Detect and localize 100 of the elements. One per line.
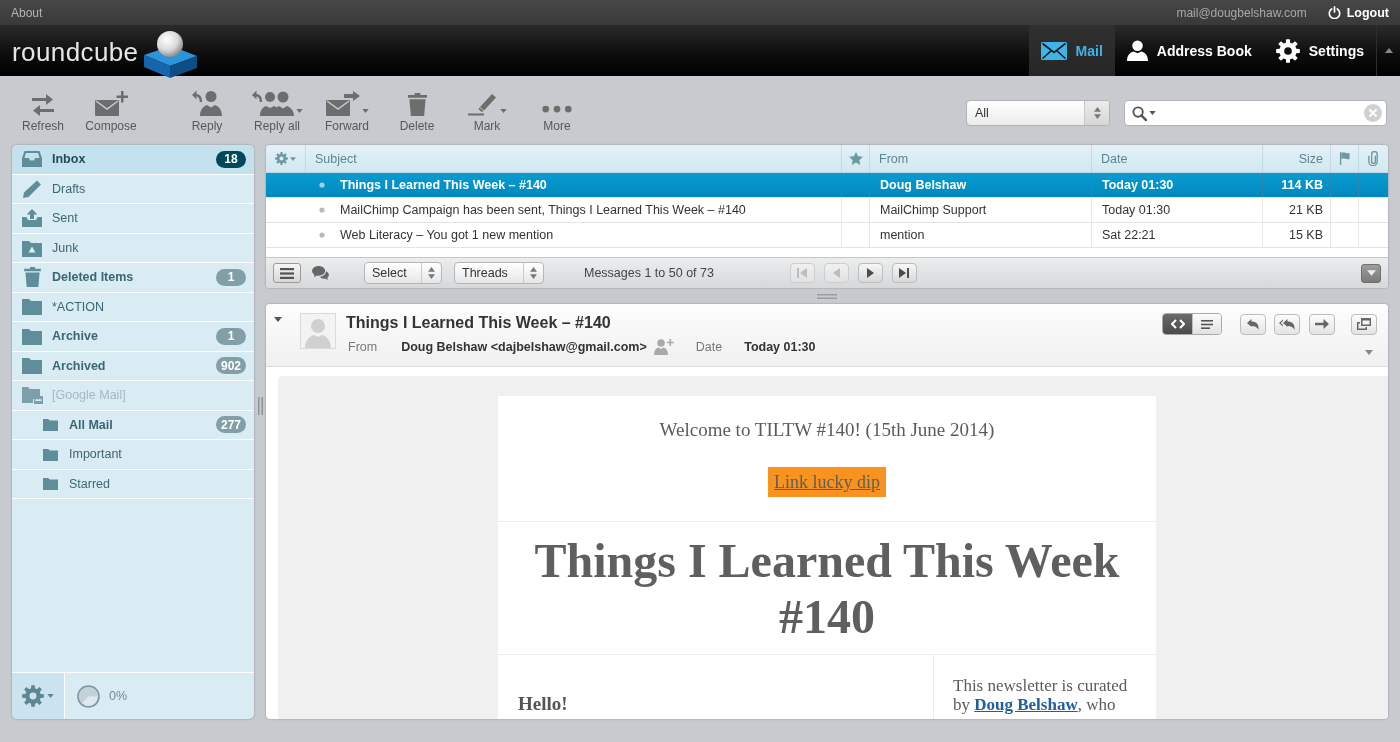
last-page-button[interactable] [891, 263, 917, 283]
reply-button[interactable] [1240, 313, 1266, 335]
select-dropdown[interactable]: Select [364, 262, 442, 284]
threads-dropdown[interactable]: Threads [454, 262, 544, 284]
message-size: 21 KB [1288, 203, 1323, 217]
folder-item[interactable]: Sent [12, 204, 254, 234]
date-value: Today 01:30 [744, 339, 816, 355]
message-date: Today 01:30 [1102, 203, 1171, 217]
folder-icon [42, 447, 58, 461]
avatar-icon [300, 313, 336, 349]
column-header[interactable]: Subject [305, 145, 841, 172]
reply-all-button[interactable] [1274, 313, 1300, 335]
lines-icon [280, 267, 294, 279]
newsletter-heading: Things I Learned This Week #140 [498, 522, 1156, 655]
message-sender: mention [880, 228, 925, 242]
sender-address: Doug Belshaw <dajbelshaw@gmail.com> [401, 339, 647, 355]
column-header[interactable]: Size [1262, 145, 1330, 172]
message-sender: MailChimp Support [880, 203, 987, 217]
logout-link[interactable]: Logout [1327, 5, 1389, 20]
trash-icon [407, 93, 427, 116]
paperclip-icon [1368, 151, 1379, 166]
pen-icon [467, 92, 498, 116]
code-icon [1170, 319, 1185, 329]
toolbar-button[interactable]: Reply all [242, 90, 312, 135]
column-header[interactable]: From [869, 145, 1091, 172]
folder-icon [42, 477, 58, 491]
author-link[interactable]: Doug Belshaw [974, 695, 1078, 714]
folder-icon [22, 357, 42, 375]
folder-item[interactable]: Inbox 18 [12, 145, 254, 175]
toolbar-button[interactable]: Forward [312, 90, 382, 135]
text-view-button[interactable] [1192, 314, 1221, 334]
triangle-down-icon[interactable] [274, 317, 282, 322]
toolbar-button[interactable]: Compose [77, 90, 145, 135]
folder-item[interactable]: Drafts [12, 174, 254, 204]
unread-badge: 18 [216, 150, 246, 168]
folder-icon [22, 327, 42, 345]
caret-icon[interactable] [1365, 350, 1373, 355]
logo-cube-icon [142, 28, 199, 79]
curved-arrow-icon [1247, 318, 1259, 330]
dots-icon [542, 105, 572, 113]
status-dot-icon [319, 182, 325, 188]
settings-menu-button[interactable] [12, 673, 65, 719]
next-page-button[interactable] [857, 263, 883, 283]
flag-icon [1338, 152, 1351, 165]
from-label: From [348, 339, 378, 355]
column-header[interactable]: Date [1091, 145, 1262, 172]
people-arrow-icon [251, 90, 294, 116]
message-count: Messages 1 to 50 of 73 [584, 266, 714, 280]
gear-icon [1275, 38, 1300, 63]
toolbar-button[interactable]: Mark [452, 90, 522, 135]
preview-toggle-button[interactable] [1361, 263, 1381, 283]
html-view-button[interactable] [1163, 314, 1192, 334]
caret-icon[interactable] [1149, 111, 1156, 115]
envelope-plus-icon [94, 91, 128, 116]
lucky-dip-link[interactable]: Link lucky dip [768, 467, 886, 497]
toolbar-button[interactable]: Delete [382, 90, 452, 135]
filter-dropdown[interactable]: All [966, 100, 1110, 126]
triangle-left-icon [832, 268, 840, 278]
pencil-icon [22, 179, 42, 198]
quota-pie-icon [77, 684, 100, 708]
trash-icon [23, 267, 41, 288]
folder-item[interactable]: Archived 902 [12, 351, 254, 381]
gear-icon [275, 152, 288, 165]
folder-item[interactable]: Junk [12, 233, 254, 263]
curator-note: This newsletter is curated by Doug Belshaw, who [953, 676, 1129, 714]
folder-item[interactable]: *ACTION [12, 292, 254, 322]
caret-icon[interactable] [1385, 48, 1393, 53]
list-options-button[interactable] [273, 263, 301, 283]
chat-bubbles-icon[interactable] [312, 266, 329, 280]
forward-button[interactable] [1309, 313, 1335, 335]
resize-handle-icon[interactable] [817, 293, 837, 299]
status-dot-icon [319, 232, 325, 238]
up-down-arrows-icon [530, 267, 537, 279]
nav-tab[interactable]: Address Book [1114, 25, 1264, 76]
message-sender: Doug Belshaw [880, 178, 967, 192]
windows-icon [1357, 318, 1371, 330]
resize-handle-icon[interactable] [257, 397, 263, 415]
about-link[interactable]: About [11, 5, 43, 20]
search-icon[interactable] [1132, 105, 1147, 121]
nav-tab[interactable]: Mail [1028, 25, 1115, 76]
right-arrow-icon [1315, 319, 1329, 329]
message-row[interactable]: MailChimp Campaign has been sent, Things I Learned This Week – #140 MailChimp Support Today 01:30 21 KB [266, 198, 1388, 223]
search-field[interactable] [1124, 100, 1387, 126]
folder-item[interactable]: Deleted Items 1 [12, 263, 254, 293]
inbox-tray-icon [22, 150, 42, 169]
new-window-button[interactable] [1351, 313, 1377, 335]
unread-badge: 902 [215, 357, 246, 375]
toolbar-button[interactable]: More [522, 90, 592, 135]
toolbar-button[interactable]: Refresh [9, 90, 77, 135]
message-row[interactable]: Web Literacy – You got 1 new mention mention Sat 22:21 15 KB [266, 223, 1388, 248]
lines-icon [1201, 319, 1213, 329]
greeting-text: Hello! [518, 693, 569, 715]
nav-tab[interactable]: Settings [1263, 25, 1376, 76]
message-row[interactable]: Things I Learned This Week – #140 Doug Belshaw Today 01:30 114 KB [266, 173, 1388, 198]
toolbar-button[interactable]: Reply [172, 90, 242, 135]
folder-item[interactable]: Archive 1 [12, 322, 254, 352]
status-dot-icon [319, 207, 325, 213]
up-down-arrows-icon [428, 267, 435, 279]
message-date: Sat 22:21 [1102, 228, 1156, 242]
skip-start-icon [797, 268, 808, 278]
